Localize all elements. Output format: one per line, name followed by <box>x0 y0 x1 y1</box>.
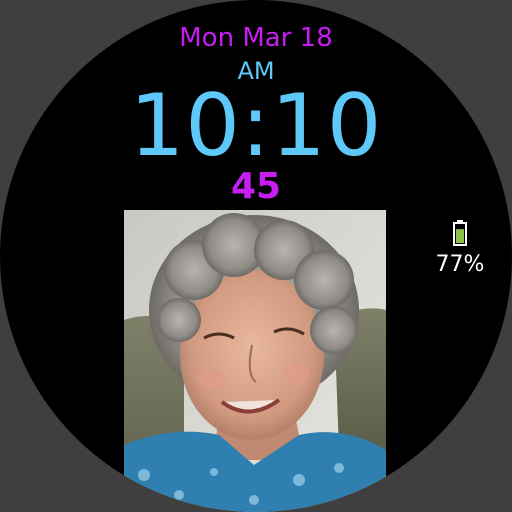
battery-icon <box>453 220 467 246</box>
portrait-photo-image <box>124 210 386 512</box>
battery-indicator: 77% <box>430 220 490 278</box>
watch-face[interactable]: Mon Mar 18 AM 10:10 45 77% <box>0 0 512 512</box>
seconds-display: 45 <box>230 166 282 207</box>
date-label: Mon Mar 18 <box>179 23 333 53</box>
battery-percent: 77% <box>435 252 485 277</box>
time-display: 10:10 <box>129 76 383 176</box>
portrait-photo <box>124 210 386 512</box>
